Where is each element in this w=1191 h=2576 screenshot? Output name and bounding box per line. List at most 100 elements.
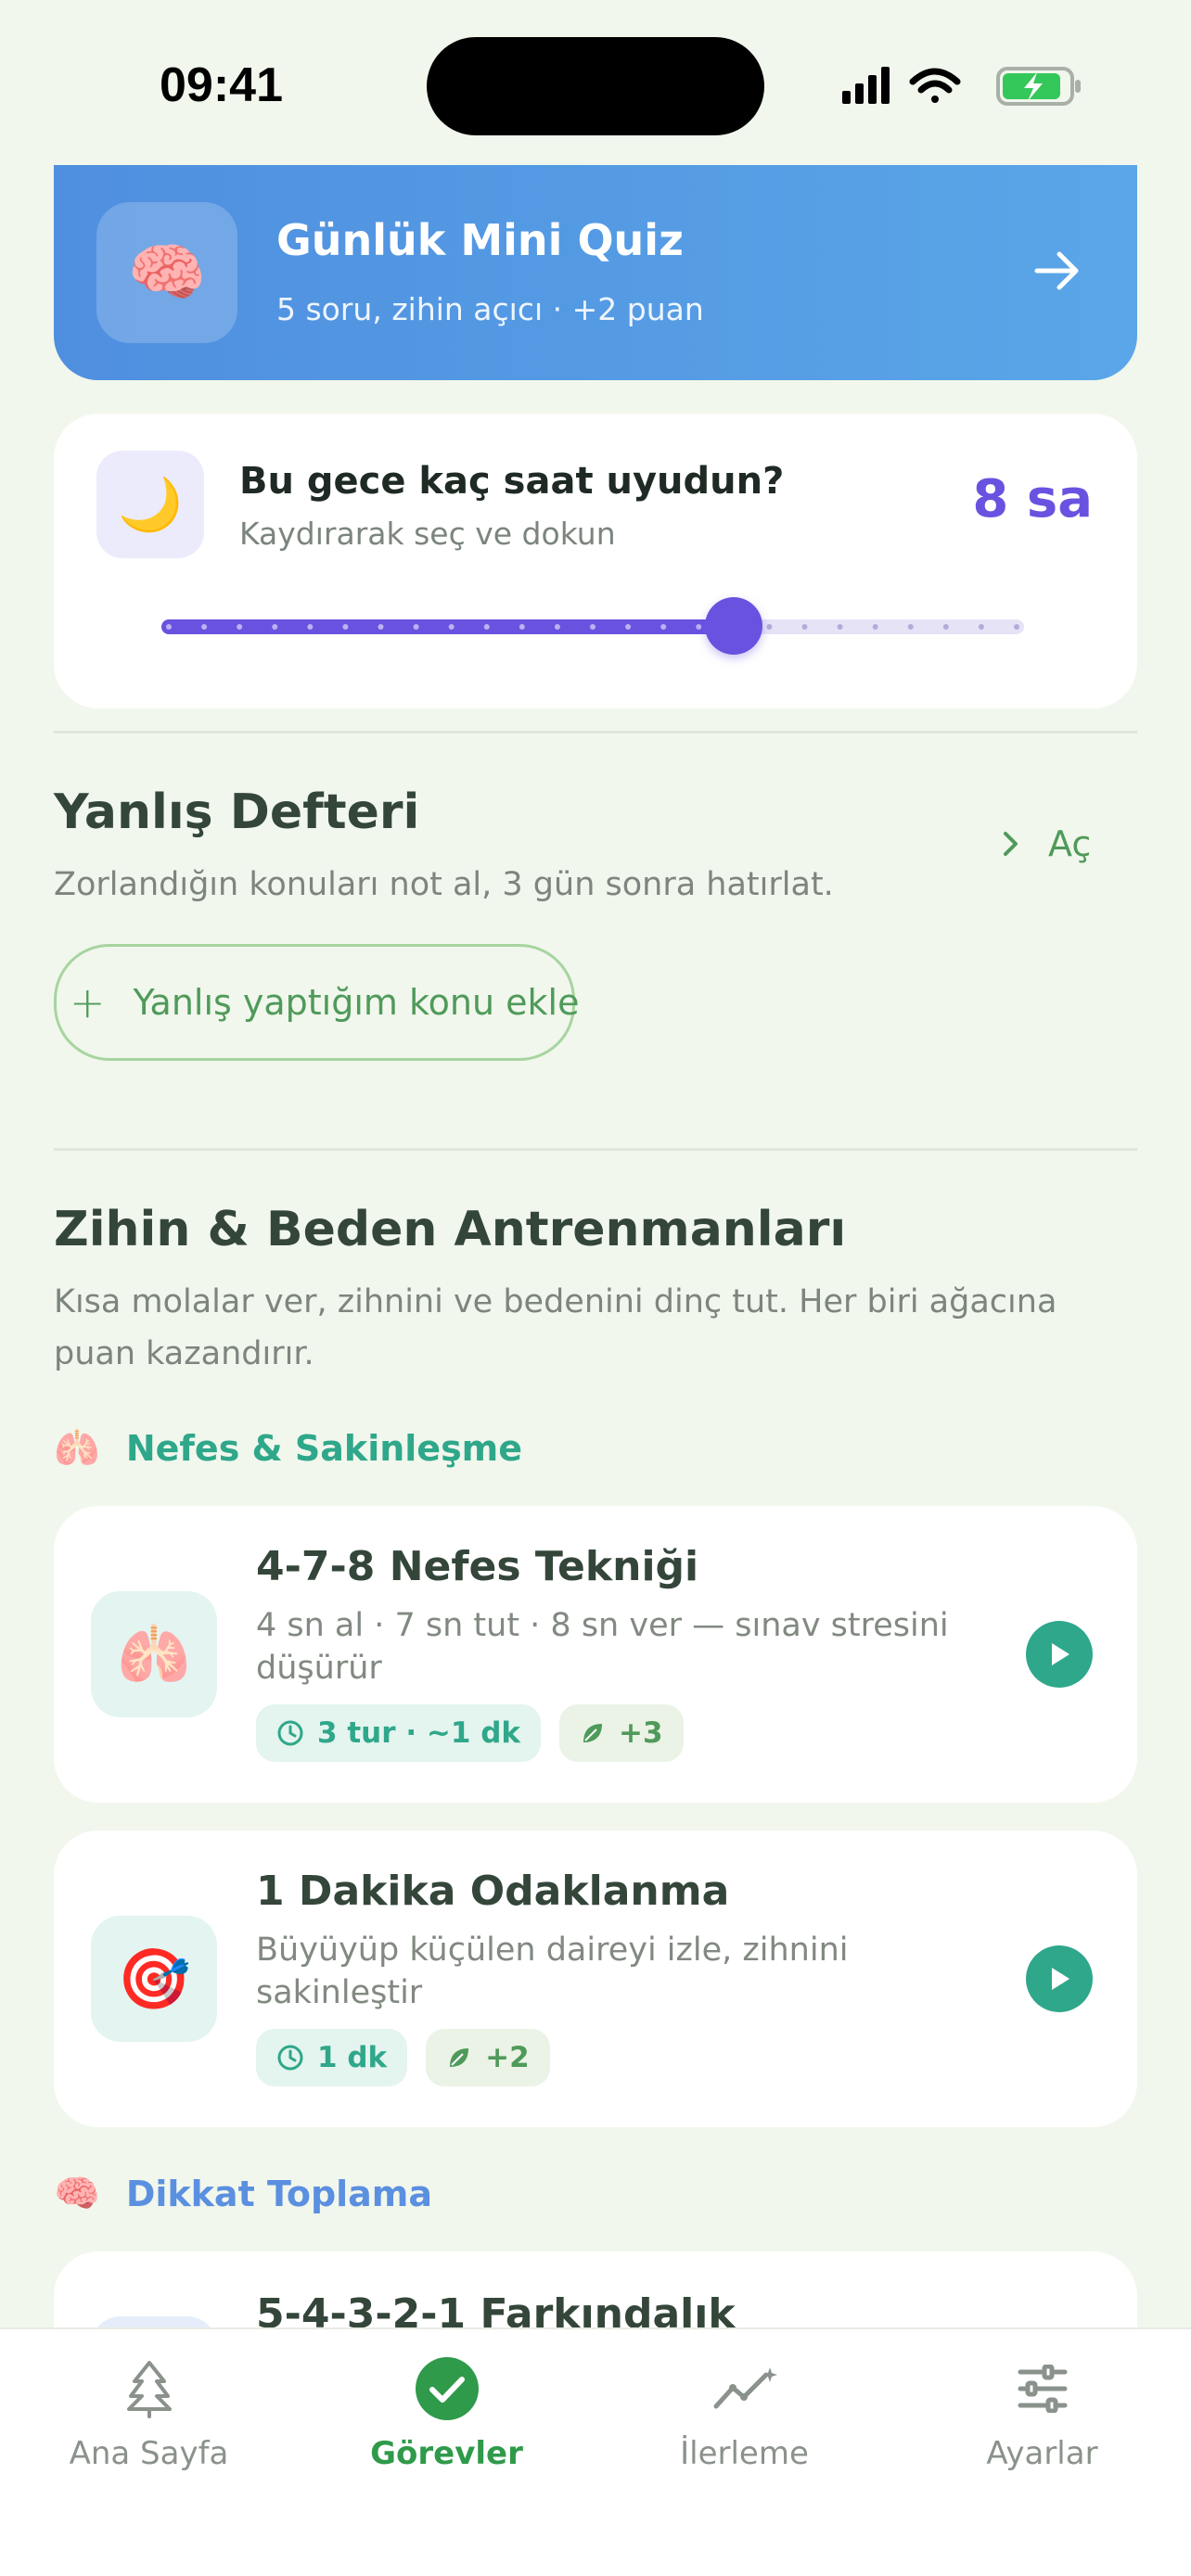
exercise-description: Büyüyüp küçülen daireyi izle, zihnini sa… <box>256 1932 849 2011</box>
slider-tick <box>801 624 808 630</box>
exercise-title: 4-7-8 Nefes Tekniği <box>256 1543 699 1590</box>
tree-icon <box>116 2355 183 2422</box>
duration-badge: 1 dk <box>256 2029 408 2086</box>
clock-icon <box>277 1720 303 1746</box>
slider-tick <box>766 624 773 630</box>
slider-tick <box>378 624 384 630</box>
tab-label: Ana Sayfa <box>69 2435 229 2472</box>
slider-tick <box>660 624 667 630</box>
slider-tick <box>696 624 702 630</box>
target-icon: 🎯 <box>91 1916 217 2042</box>
chevron-right-icon <box>1004 832 1018 856</box>
leaf-icon <box>450 2048 469 2067</box>
lungs-icon: 🫁 <box>91 1591 217 1717</box>
status-time: 09:41 <box>160 58 283 112</box>
open-label: Aç <box>1048 823 1092 864</box>
sliders-icon <box>1009 2355 1076 2422</box>
add-mistake-label: Yanlış yaptığım konu ekle <box>133 982 580 1023</box>
training-title: Zihin & Beden Antrenmanları <box>54 1202 847 1257</box>
status-bar: 09:41 <box>0 0 1191 158</box>
tab-label: Görevler <box>370 2435 523 2472</box>
mistakes-title: Yanlış Defteri <box>54 784 420 840</box>
points-badge: +2 <box>426 2029 550 2086</box>
plus-icon: + <box>70 977 106 1027</box>
open-mistakes-link[interactable]: Aç <box>1002 823 1091 864</box>
slider-thumb[interactable] <box>705 597 763 655</box>
exercise-title: 5-4-3-2-1 Farkındalık <box>256 2290 736 2327</box>
exercise-card-breathing[interactable]: 🫁 4-7-8 Nefes Tekniği 4 sn al · 7 sn tut… <box>54 1506 1137 1803</box>
brain-icon: 🧠 <box>96 202 237 343</box>
leaf-icon <box>583 1724 603 1742</box>
mistakes-subtitle: Zorlandığın konuları not al, 3 gün sonra… <box>54 866 834 903</box>
points-text: +2 <box>485 2041 530 2074</box>
clock-icon <box>277 2045 303 2071</box>
category-breathing: 🫁 Nefes & Sakinleşme <box>54 1426 522 1470</box>
points-badge: +3 <box>559 1704 684 1762</box>
duration-text: 3 tur · ~1 dk <box>317 1716 521 1750</box>
exercise-tags: 1 dk +2 <box>256 2029 550 2086</box>
brain-icon: 🧠 <box>54 2173 100 2215</box>
tab-bar: Ana Sayfa Görevler İlerleme Ayarlar <box>0 2327 1191 2576</box>
duration-badge: 3 tur · ~1 dk <box>256 1704 542 1762</box>
slider-tick <box>554 624 560 630</box>
quiz-subtitle: 5 soru, zihin açıcı · +2 puan <box>276 291 704 327</box>
exercise-card-awareness[interactable]: 5-4-3-2-1 Farkındalık <box>54 2251 1137 2327</box>
tab-label: İlerleme <box>680 2435 809 2472</box>
slider-tick <box>483 624 490 630</box>
sleep-value: 8 sa <box>972 469 1093 529</box>
slider-tick <box>413 624 419 630</box>
category-attention: 🧠 Dikkat Toplama <box>54 2172 432 2215</box>
slider-tick <box>978 624 984 630</box>
slider-tick <box>307 624 314 630</box>
sleep-hint: Kaydırarak seç ve dokun <box>239 516 616 552</box>
wifi-icon <box>909 68 961 103</box>
slider-tick <box>590 624 596 630</box>
arrow-right-icon[interactable] <box>1030 243 1085 299</box>
tab-label: Ayarlar <box>986 2435 1098 2472</box>
exercise-title: 1 Dakika Odaklanma <box>256 1868 730 1915</box>
slider-tick <box>519 624 525 630</box>
signal-icon <box>842 67 890 104</box>
slider-tick <box>625 624 632 630</box>
chart-sparkle-icon <box>711 2355 778 2422</box>
tab-progress[interactable]: İlerleme <box>596 2355 893 2472</box>
check-circle-icon <box>414 2355 480 2422</box>
slider-tick <box>1014 624 1019 630</box>
sleep-tracker-card: 🌙 Bu gece kaç saat uyudun? Kaydırarak se… <box>54 414 1137 708</box>
battery-charging-icon <box>996 67 1081 106</box>
slider-tick <box>907 624 914 630</box>
sleep-question: Bu gece kaç saat uyudun? <box>239 460 785 503</box>
slider-tick <box>448 624 455 630</box>
slider-tick <box>342 624 349 630</box>
lungs-icon: 🫁 <box>54 1427 100 1470</box>
daily-quiz-card[interactable]: 🧠 Günlük Mini Quiz 5 soru, zihin açıcı ·… <box>54 165 1137 380</box>
exercise-tags: 3 tur · ~1 dk +3 <box>256 1704 684 1762</box>
slider-tick <box>837 624 843 630</box>
tab-tasks[interactable]: Görevler <box>298 2355 596 2472</box>
scroll-content[interactable]: 🧠 Günlük Mini Quiz 5 soru, zihin açıcı ·… <box>0 158 1191 2327</box>
divider <box>54 731 1137 733</box>
duration-text: 1 dk <box>317 2041 388 2074</box>
training-subtitle: Kısa molalar ver, zihnini ve bedenini di… <box>54 1283 1057 1372</box>
slider-tick <box>272 624 278 630</box>
add-mistake-button[interactable]: + Yanlış yaptığım konu ekle <box>54 944 579 1061</box>
category-label: Nefes & Sakinleşme <box>125 1427 523 1469</box>
crescent-moon-icon: 🌙 <box>96 451 204 558</box>
status-icons <box>842 67 1081 106</box>
tab-home[interactable]: Ana Sayfa <box>0 2355 298 2472</box>
slider-tick <box>201 624 208 630</box>
exercise-card-focus[interactable]: 🎯 1 Dakika Odaklanma Büyüyüp küçülen dai… <box>54 1830 1137 2127</box>
play-icon <box>1052 1643 1069 1665</box>
divider <box>54 1148 1137 1151</box>
slider-tick <box>166 624 172 630</box>
play-button[interactable] <box>1026 1945 1093 2012</box>
slider-tick <box>237 624 243 630</box>
tab-settings[interactable]: Ayarlar <box>893 2355 1191 2472</box>
play-button[interactable] <box>1026 1621 1093 1688</box>
dynamic-island <box>427 37 764 135</box>
category-label: Dikkat Toplama <box>125 2173 433 2214</box>
slider-ticks <box>166 624 1019 630</box>
sleep-slider[interactable] <box>161 597 1024 655</box>
slider-tick <box>942 624 949 630</box>
play-icon <box>1052 1968 1069 1990</box>
